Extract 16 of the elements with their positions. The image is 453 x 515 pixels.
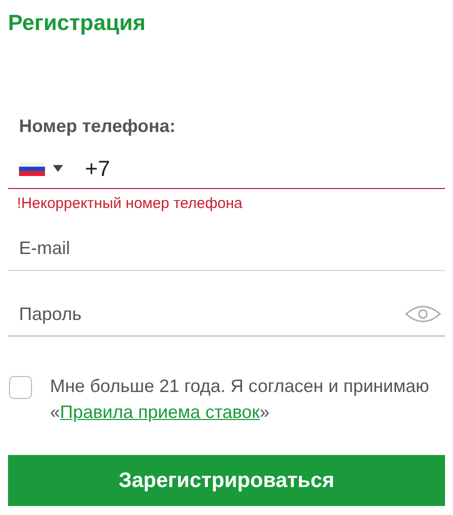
- caret-icon: [53, 165, 63, 172]
- page-title: Регистрация: [8, 9, 147, 37]
- password-field[interactable]: Пароль: [8, 293, 445, 337]
- agreement-text: Мне больше 21 года. Я согласен и принимаю «Правила приема ставок»: [50, 375, 430, 424]
- password-input[interactable]: Пароль: [8, 300, 405, 328]
- field-label: Номер телефона:: [19, 115, 176, 137]
- rules-link[interactable]: Правила приема ставок: [60, 402, 260, 422]
- phone-input[interactable]: +7: [85, 152, 445, 185]
- agreement-checkbox[interactable]: [9, 376, 32, 399]
- flag-icon: [19, 162, 45, 176]
- error-message: !Некорректный номер телефона: [17, 195, 242, 213]
- phone-field[interactable]: +7: [8, 149, 445, 189]
- email-field[interactable]: E-mail: [8, 227, 445, 271]
- register-button[interactable]: Зарегистрироваться: [8, 455, 445, 506]
- country-select[interactable]: [19, 162, 63, 176]
- eye-icon[interactable]: [405, 305, 441, 323]
